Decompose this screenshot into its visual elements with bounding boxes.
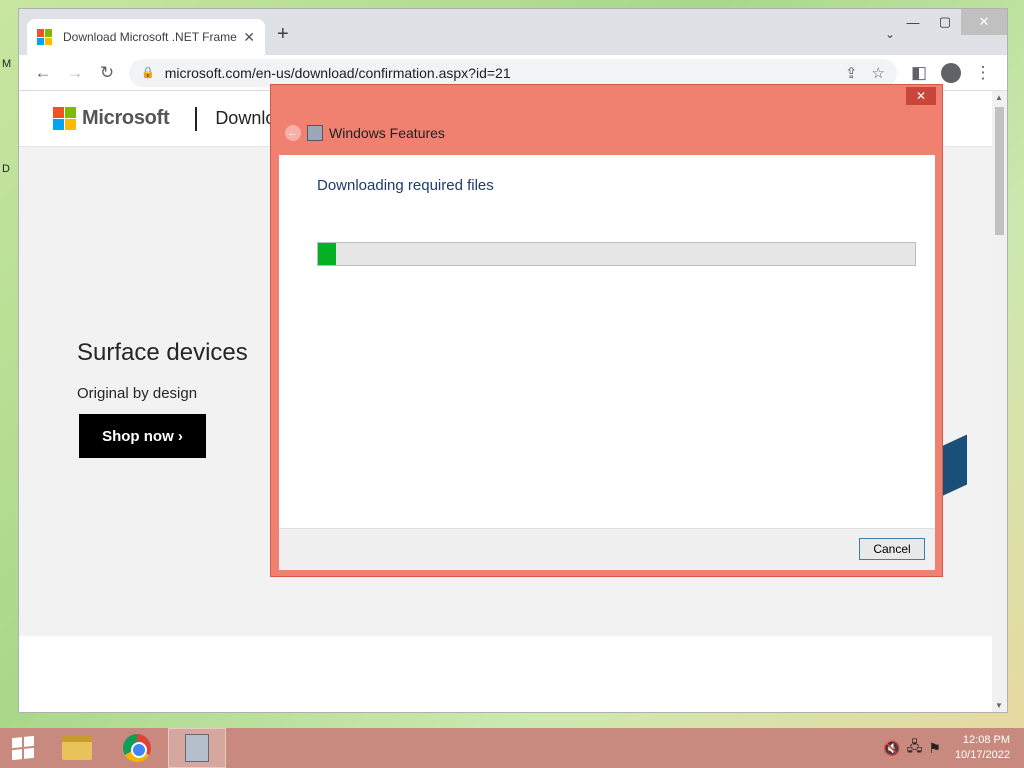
nav-download[interactable]: Downlo <box>215 108 275 129</box>
desktop-icon-fragment: M <box>2 58 12 70</box>
network-icon[interactable]: 🖧 <box>907 736 923 760</box>
microsoft-logo-icon[interactable] <box>53 107 76 130</box>
header-divider <box>195 106 198 131</box>
dialog-title: Windows Features <box>329 125 445 141</box>
dialog-body: Downloading required files <box>279 155 935 528</box>
page-scrollbar[interactable]: ▲ ▼ <box>992 91 1007 712</box>
share-icon[interactable]: ⇪ <box>845 64 858 82</box>
taskbar: 🔇 🖧 ⚑ 12:08 PM 10/17/2022 <box>0 728 1024 768</box>
dialog-heading: Downloading required files <box>317 177 494 194</box>
windows-features-icon <box>307 125 323 141</box>
desktop-icon-fragment: D <box>2 163 10 175</box>
url-text: microsoft.com/en-us/download/confirmatio… <box>164 64 511 81</box>
volume-muted-icon[interactable]: 🔇 <box>883 740 900 757</box>
clock-time: 12:08 PM <box>962 734 1010 746</box>
promo-title: Surface devices <box>77 339 248 366</box>
taskbar-windows-features[interactable] <box>168 728 226 768</box>
dialog-titlebar: ← Windows Features <box>285 125 445 141</box>
close-tab-icon[interactable]: ✕ <box>243 29 255 46</box>
menu-kebab-icon[interactable]: ⋮ <box>967 63 999 83</box>
shop-now-button[interactable]: Shop now › <box>79 414 206 458</box>
microsoft-favicon-icon <box>37 29 53 45</box>
window-close-button[interactable]: ✕ <box>961 9 1007 35</box>
surface-device-image <box>939 434 967 498</box>
dialog-close-button[interactable]: ✕ <box>906 87 936 105</box>
tab-title: Download Microsoft .NET Frame <box>63 30 237 44</box>
promo-subtitle: Original by design <box>77 385 198 402</box>
windows-logo-icon <box>12 735 34 761</box>
browser-tab[interactable]: Download Microsoft .NET Frame ✕ <box>27 19 265 55</box>
progress-fill <box>318 243 336 265</box>
clock[interactable]: 12:08 PM 10/17/2022 <box>955 733 1010 763</box>
cancel-button[interactable]: Cancel <box>859 538 925 560</box>
bookmark-star-icon[interactable]: ☆ <box>872 64 885 82</box>
lock-icon[interactable]: 🔒 <box>141 66 155 79</box>
scroll-down-icon[interactable]: ▼ <box>995 701 1003 710</box>
windows-features-icon <box>185 734 209 762</box>
new-tab-button[interactable]: + <box>277 23 289 46</box>
tab-strip: Download Microsoft .NET Frame ✕ + ⌄ — ▢ … <box>19 9 1007 55</box>
profile-icon[interactable] <box>935 62 967 83</box>
taskbar-chrome[interactable] <box>108 728 166 768</box>
scroll-up-icon[interactable]: ▲ <box>995 93 1003 102</box>
action-center-flag-icon[interactable]: ⚑ <box>928 740 941 757</box>
chrome-icon <box>123 734 151 762</box>
download-progress-bar <box>317 242 916 266</box>
windows-features-dialog: ✕ ← Windows Features Downloading require… <box>270 84 943 577</box>
taskbar-file-explorer[interactable] <box>48 728 106 768</box>
reload-icon[interactable]: ↻ <box>91 63 123 83</box>
start-button[interactable] <box>0 728 46 768</box>
side-panel-icon[interactable]: ◧ <box>903 63 935 83</box>
dialog-footer: Cancel <box>279 528 935 570</box>
scroll-thumb[interactable] <box>995 107 1004 235</box>
system-tray: 🔇 🖧 ⚑ 12:08 PM 10/17/2022 <box>883 733 1024 763</box>
maximize-button[interactable]: ▢ <box>929 9 961 35</box>
back-icon[interactable]: ← <box>27 63 59 83</box>
folder-icon <box>62 736 92 760</box>
back-arrow-icon[interactable]: ← <box>285 125 301 141</box>
tab-search-chevron-icon[interactable]: ⌄ <box>885 27 895 41</box>
forward-icon[interactable]: → <box>59 63 91 83</box>
page-footer-area <box>19 636 994 712</box>
clock-date: 10/17/2022 <box>954 749 1010 761</box>
minimize-button[interactable]: — <box>897 9 929 35</box>
brand-name[interactable]: Microsoft <box>82 107 170 130</box>
address-bar[interactable]: 🔒 microsoft.com/en-us/download/confirmat… <box>129 58 897 87</box>
